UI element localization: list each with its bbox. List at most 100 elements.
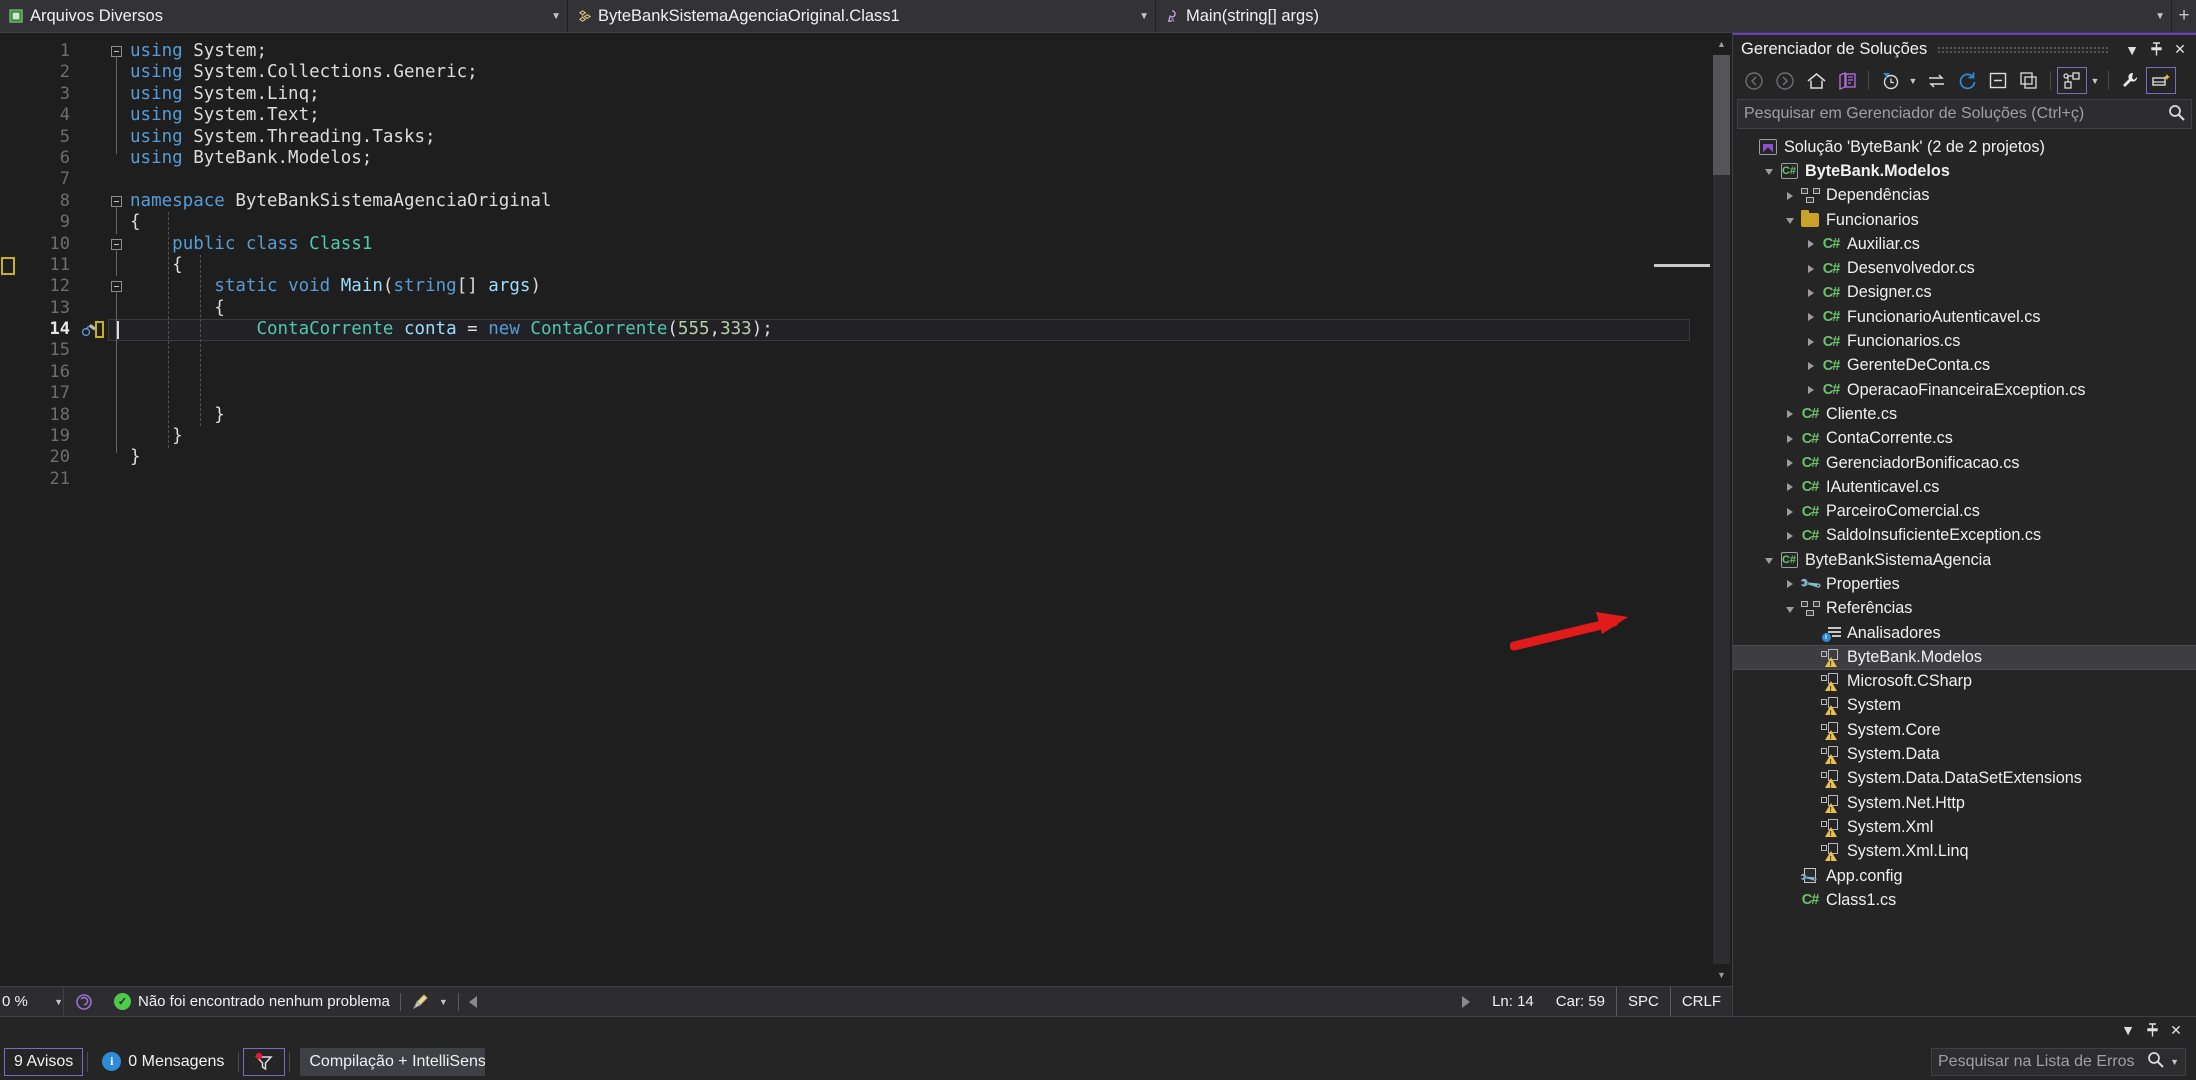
window-options-chevron-icon[interactable]: ▼ (2120, 38, 2144, 62)
code-line[interactable]: 21 (0, 469, 1710, 490)
chevron-right-icon[interactable] (1781, 191, 1799, 200)
gutter-glyph-margin[interactable] (78, 148, 108, 169)
code-line[interactable]: 19 } (0, 426, 1710, 448)
gutter-glyph-margin[interactable] (78, 362, 108, 383)
collapse-expand-icon[interactable] (1921, 67, 1951, 94)
error-list-search-input[interactable]: Pesquisar na Lista de Erros ▼ (1931, 1047, 2186, 1076)
chevron-down-icon[interactable]: ▼ (1127, 11, 1149, 22)
scroll-up-button[interactable]: ▲ (1711, 33, 1732, 55)
gutter-glyph-margin[interactable] (78, 84, 108, 105)
chevron-right-icon[interactable] (1802, 264, 1820, 273)
chevron-right-icon[interactable] (1781, 531, 1799, 540)
chevron-down-icon[interactable]: ▼ (2088, 76, 2102, 86)
code-line[interactable]: 14 ContaCorrente conta = new ContaCorren… (0, 319, 1710, 341)
tree-item[interactable]: Funcionarios (1733, 208, 2196, 232)
chevron-right-icon[interactable] (1781, 483, 1799, 492)
chevron-right-icon[interactable] (1802, 361, 1820, 370)
scroll-right-button[interactable] (1451, 987, 1481, 1016)
gutter-glyph-margin[interactable] (78, 276, 108, 297)
refresh-icon[interactable] (1952, 67, 1982, 94)
tree-item[interactable]: System.Xml.Linq (1733, 840, 2196, 864)
tree-item[interactable]: 🔧 Properties (1733, 572, 2196, 597)
code-line[interactable]: 1 using System; (0, 41, 1710, 63)
chevron-down-icon[interactable]: ▼ (539, 11, 561, 22)
chevron-right-icon[interactable] (1802, 386, 1820, 395)
sync-with-active-document-icon[interactable] (1832, 67, 1862, 94)
tree-item[interactable]: C# Funcionarios.cs (1733, 329, 2196, 353)
forward-icon[interactable] (1770, 67, 1800, 94)
fold-margin[interactable] (108, 147, 130, 169)
code-cleanup-button[interactable]: ▼ (401, 987, 458, 1016)
code-line[interactable]: 11 { (0, 254, 1710, 277)
code-line[interactable]: 20} (0, 447, 1710, 468)
close-icon[interactable]: ✕ (2168, 38, 2192, 62)
gutter-glyph-margin[interactable] (78, 383, 108, 404)
close-icon[interactable]: ✕ (2164, 1022, 2188, 1039)
gutter-glyph-margin[interactable] (78, 426, 108, 447)
tree-item[interactable]: C# ContaCorrente.cs (1733, 427, 2196, 451)
chevron-down-icon[interactable]: ▼ (439, 997, 448, 1007)
gutter-glyph-margin[interactable] (78, 255, 108, 276)
code-line[interactable]: 13 { (0, 297, 1710, 320)
code-line[interactable]: 15 (0, 340, 1710, 362)
gutter-glyph-margin[interactable] (78, 169, 108, 190)
code-line[interactable]: 4 using System.Text; (0, 105, 1710, 127)
gutter-glyph-margin[interactable] (78, 105, 108, 126)
tree-item[interactable]: C# Designer.cs (1733, 281, 2196, 305)
pending-changes-filter-icon[interactable] (1875, 67, 1905, 94)
search-icon[interactable] (2147, 1051, 2164, 1072)
indentation-mode[interactable]: SPC (1615, 987, 1670, 1016)
gutter-glyph-margin[interactable] (78, 447, 108, 468)
scroll-down-button[interactable]: ▼ (1711, 964, 1732, 986)
chevron-down-icon[interactable]: ▼ (54, 997, 63, 1007)
gutter-glyph-margin[interactable] (78, 127, 108, 148)
tree-item[interactable]: System.Xml (1733, 815, 2196, 839)
fold-margin[interactable] (108, 383, 130, 405)
tree-item[interactable]: Referências (1733, 597, 2196, 621)
error-filter-button[interactable] (243, 1047, 286, 1076)
tree-item[interactable]: C# GerenteDeConta.cs (1733, 354, 2196, 378)
home-icon[interactable] (1801, 67, 1831, 94)
warnings-filter-button[interactable]: 9 Avisos (4, 1047, 84, 1076)
tree-item[interactable]: Solução 'ByteBank' (2 de 2 projetos) (1733, 135, 2196, 159)
chevron-right-icon[interactable] (1781, 459, 1799, 467)
fold-margin[interactable] (108, 361, 130, 384)
member-dropdown[interactable]: A Main(string[] args) ▼ (1156, 0, 2172, 32)
window-options-chevron-icon[interactable]: ▼ (2116, 1022, 2140, 1038)
properties-icon[interactable] (2115, 67, 2145, 94)
tree-item[interactable]: C# OperacaoFinanceiraException.cs (1733, 378, 2196, 402)
problem-status[interactable]: ✓ Não foi encontrado nenhum problema (104, 987, 400, 1016)
pin-icon[interactable] (2144, 38, 2168, 62)
pin-icon[interactable] (2140, 1022, 2164, 1038)
search-icon[interactable] (2168, 104, 2185, 125)
scrollbar-track[interactable] (1713, 55, 1730, 964)
gutter-glyph-margin[interactable] (78, 234, 108, 255)
fold-margin[interactable] (108, 234, 130, 255)
chevron-right-icon[interactable] (1802, 337, 1820, 346)
fold-margin[interactable] (108, 105, 130, 127)
fold-margin[interactable] (108, 319, 130, 341)
code-line[interactable]: 8 namespace ByteBankSistemaAgenciaOrigina… (0, 191, 1710, 213)
gutter-glyph-margin[interactable] (78, 41, 108, 62)
line-ending-mode[interactable]: CRLF (1669, 987, 1732, 1016)
back-icon[interactable] (1739, 67, 1769, 94)
fold-margin[interactable] (108, 126, 130, 148)
fold-margin[interactable] (108, 254, 130, 277)
chevron-right-icon[interactable] (1802, 313, 1820, 322)
show-all-files-icon[interactable] (2014, 67, 2044, 94)
editor-vertical-scrollbar[interactable]: ▲ ▼ (1710, 33, 1732, 986)
chevron-down-icon[interactable]: ▼ (1906, 76, 1920, 86)
chevron-right-icon[interactable] (1802, 240, 1820, 249)
chevron-down-icon[interactable] (1760, 556, 1778, 565)
tree-item[interactable]: C# Class1.cs (1733, 888, 2196, 912)
tree-item[interactable]: C# FuncionarioAutenticavel.cs (1733, 305, 2196, 329)
tree-item[interactable]: i Analisadores (1733, 621, 2196, 645)
fold-margin[interactable] (108, 276, 130, 298)
gutter-glyph-margin[interactable] (78, 212, 108, 233)
code-line[interactable]: 6 using ByteBank.Modelos; (0, 147, 1710, 169)
gutter-glyph-margin[interactable] (78, 62, 108, 83)
fold-margin[interactable] (108, 41, 130, 63)
zoom-level-dropdown[interactable]: 0 % ▼ (0, 987, 64, 1016)
fold-margin[interactable] (108, 404, 130, 427)
chevron-down-icon[interactable]: ▼ (2143, 11, 2165, 22)
